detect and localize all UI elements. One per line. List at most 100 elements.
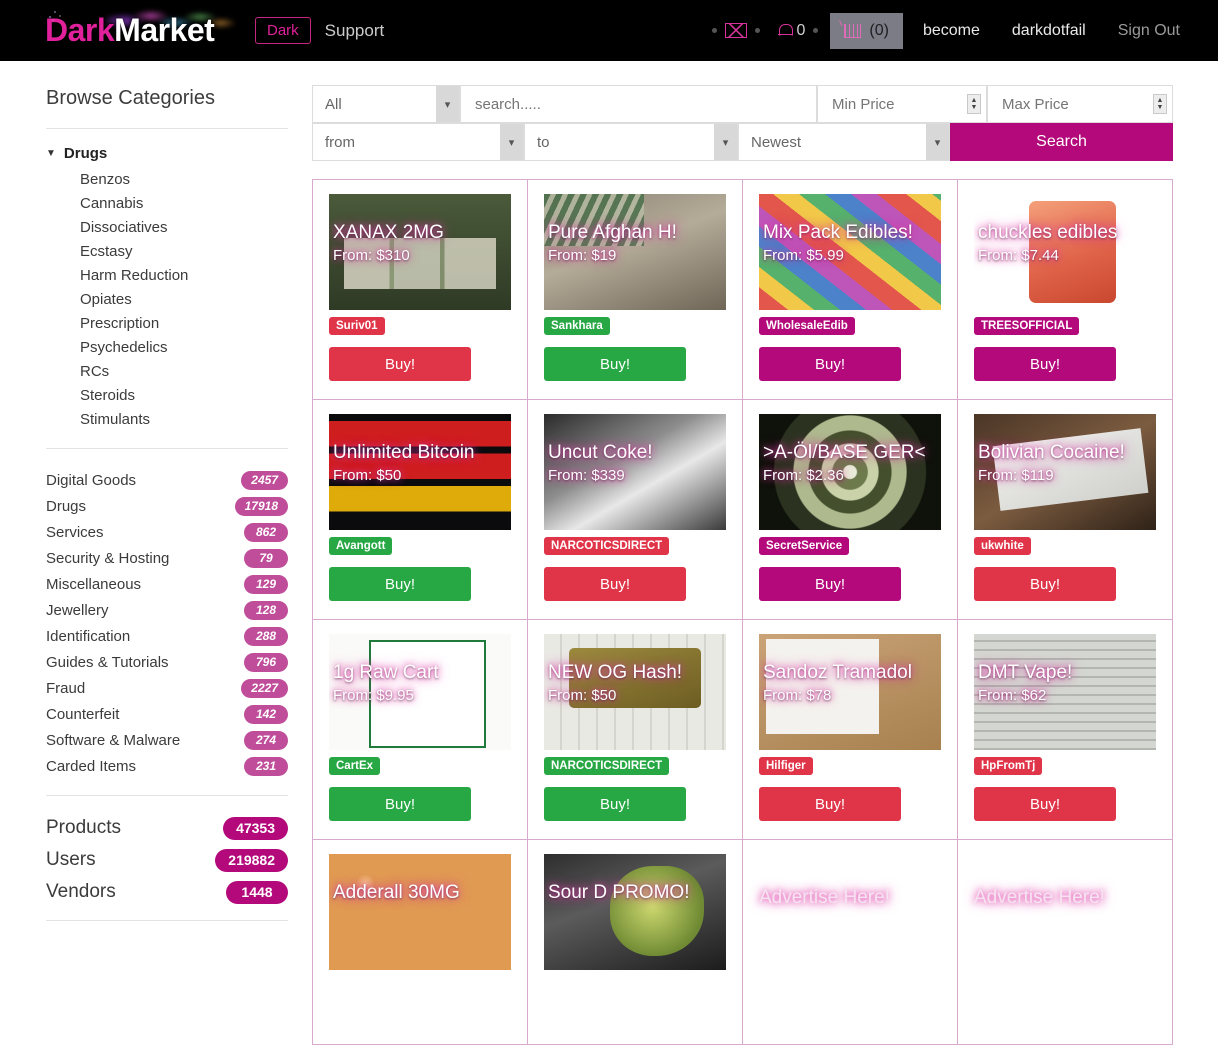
product-thumbnail[interactable]: NEW OG Hash!From: $50 [544, 634, 726, 750]
vendor-badge[interactable]: NARCOTICSDIRECT [544, 537, 669, 555]
max-price-wrap[interactable]: ▲▼ [987, 85, 1173, 123]
nav-link-darkdotfail[interactable]: darkdotfail [996, 22, 1102, 40]
product-card[interactable]: Sandoz TramadolFrom: $78 Hilfiger Buy! [743, 620, 958, 840]
sidebar-category-item[interactable]: Services862 [46, 519, 288, 545]
vendor-badge[interactable]: Avangott [329, 537, 392, 555]
product-card[interactable]: Adderall 30MG [313, 840, 528, 1045]
sidebar-category-item[interactable]: Guides & Tutorials796 [46, 649, 288, 675]
notifications-button[interactable]: 0 [778, 22, 806, 40]
sidebar-category-item[interactable]: Miscellaneous129 [46, 571, 288, 597]
product-card[interactable]: NEW OG Hash!From: $50 NARCOTICSDIRECT Buy! [528, 620, 743, 840]
sidebar-item-psychedelics[interactable]: Psychedelics [80, 336, 312, 360]
sidebar-item-ecstasy[interactable]: Ecstasy [80, 240, 312, 264]
product-thumbnail[interactable]: Adderall 30MG [329, 854, 511, 970]
sidebar-category-item[interactable]: Fraud2227 [46, 675, 288, 701]
min-price-stepper[interactable]: ▲▼ [967, 94, 981, 114]
site-logo[interactable]: DarkMarket [45, 5, 230, 57]
sidebar-item-stimulants[interactable]: Stimulants [80, 408, 312, 432]
product-thumbnail[interactable]: Unlimited BitcoinFrom: $50 [329, 414, 511, 530]
buy-button[interactable]: Buy! [544, 347, 686, 381]
search-button[interactable]: Search [950, 123, 1173, 161]
vendor-badge[interactable]: Sankhara [544, 317, 610, 335]
product-thumbnail[interactable]: Sandoz TramadolFrom: $78 [759, 634, 941, 750]
vendor-badge[interactable]: CartEx [329, 757, 380, 775]
product-card[interactable]: Uncut Coke!From: $339 NARCOTICSDIRECT Buy! [528, 400, 743, 620]
vendor-badge[interactable]: NARCOTICSDIRECT [544, 757, 669, 775]
sidebar-category-item[interactable]: Digital Goods2457 [46, 467, 288, 493]
sort-select[interactable]: Newest ▾ [738, 123, 950, 161]
product-card[interactable]: Bolivian Cocaine!From: $119 ukwhite Buy! [958, 400, 1173, 620]
nav-link-sign-out[interactable]: Sign Out [1102, 22, 1196, 40]
min-price-wrap[interactable]: ▲▼ [817, 85, 987, 123]
product-card[interactable]: XANAX 2MGFrom: $310 Suriv01 Buy! [313, 180, 528, 400]
from-select[interactable]: from ▾ [312, 123, 524, 161]
dark-badge[interactable]: Dark [255, 17, 311, 44]
sidebar-item-benzos[interactable]: Benzos [80, 168, 312, 192]
buy-button[interactable]: Buy! [544, 567, 686, 601]
sidebar-item-cannabis[interactable]: Cannabis [80, 192, 312, 216]
vendor-badge[interactable]: SecretService [759, 537, 849, 555]
sidebar-item-dissociatives[interactable]: Dissociatives [80, 216, 312, 240]
sidebar-category-item[interactable]: Drugs17918 [46, 493, 288, 519]
to-select[interactable]: to ▾ [524, 123, 738, 161]
buy-button[interactable]: Buy! [974, 567, 1116, 601]
sidebar-category-item[interactable]: Counterfeit142 [46, 701, 288, 727]
min-price-input[interactable] [830, 95, 974, 114]
sidebar-item-steroids[interactable]: Steroids [80, 384, 312, 408]
product-card[interactable]: DMT Vape!From: $62 HpFromTj Buy! [958, 620, 1173, 840]
buy-button[interactable]: Buy! [974, 787, 1116, 821]
sidebar-group-drugs[interactable]: ▼ Drugs [46, 145, 312, 162]
advertise-card[interactable]: Advertise Here! [958, 840, 1173, 1045]
product-thumbnail[interactable]: Uncut Coke!From: $339 [544, 414, 726, 530]
product-thumbnail[interactable]: 1g Raw CartFrom: $9.95 [329, 634, 511, 750]
sidebar-item-harm-reduction[interactable]: Harm Reduction [80, 264, 312, 288]
product-thumbnail[interactable]: Pure Afghan H!From: $19 [544, 194, 726, 310]
envelope-icon[interactable] [725, 23, 747, 38]
product-thumbnail[interactable]: chuckles ediblesFrom: $7.44 [974, 194, 1156, 310]
sidebar-category-item[interactable]: Software & Malware274 [46, 727, 288, 753]
vendor-badge[interactable]: ukwhite [974, 537, 1031, 555]
search-input[interactable] [473, 95, 804, 114]
advertise-card[interactable]: Advertise Here! [743, 840, 958, 1045]
product-card[interactable]: Mix Pack Edibles!From: $5.99 WholesaleEdi… [743, 180, 958, 400]
buy-button[interactable]: Buy! [974, 347, 1116, 381]
support-link[interactable]: Support [325, 21, 385, 41]
product-thumbnail[interactable]: Sour D PROMO! [544, 854, 726, 970]
sidebar-item-prescription[interactable]: Prescription [80, 312, 312, 336]
max-price-input[interactable] [1000, 95, 1160, 114]
buy-button[interactable]: Buy! [759, 347, 901, 381]
product-card[interactable]: chuckles ediblesFrom: $7.44 TREESOFFICIAL… [958, 180, 1173, 400]
cart-button[interactable]: (0) [830, 13, 903, 49]
max-price-stepper[interactable]: ▲▼ [1153, 94, 1167, 114]
product-thumbnail[interactable]: XANAX 2MGFrom: $310 [329, 194, 511, 310]
sidebar-item-opiates[interactable]: Opiates [80, 288, 312, 312]
product-card[interactable]: Unlimited BitcoinFrom: $50 Avangott Buy! [313, 400, 528, 620]
sidebar-category-item[interactable]: Jewellery128 [46, 597, 288, 623]
vendor-badge[interactable]: HpFromTj [974, 757, 1042, 775]
product-card[interactable]: 1g Raw CartFrom: $9.95 CartEx Buy! [313, 620, 528, 840]
product-card[interactable]: >A-Öl/BASE GER<From: $2.36 SecretService B… [743, 400, 958, 620]
buy-button[interactable]: Buy! [329, 347, 471, 381]
sidebar-category-item[interactable]: Identification288 [46, 623, 288, 649]
vendor-badge[interactable]: Suriv01 [329, 317, 385, 335]
product-thumbnail[interactable]: Mix Pack Edibles!From: $5.99 [759, 194, 941, 310]
product-card[interactable]: Sour D PROMO! [528, 840, 743, 1045]
buy-button[interactable]: Buy! [329, 787, 471, 821]
product-thumbnail[interactable]: >A-Öl/BASE GER<From: $2.36 [759, 414, 941, 530]
vendor-badge[interactable]: Hilfiger [759, 757, 813, 775]
sidebar-category-item[interactable]: Carded Items231 [46, 753, 288, 779]
search-input-wrap[interactable] [460, 85, 817, 123]
buy-button[interactable]: Buy! [759, 567, 901, 601]
product-thumbnail[interactable]: Bolivian Cocaine!From: $119 [974, 414, 1156, 530]
sidebar-category-item[interactable]: Security & Hosting79 [46, 545, 288, 571]
nav-link-become[interactable]: become [907, 22, 996, 40]
product-thumbnail[interactable]: DMT Vape!From: $62 [974, 634, 1156, 750]
vendor-badge[interactable]: TREESOFFICIAL [974, 317, 1079, 335]
vendor-badge[interactable]: WholesaleEdib [759, 317, 855, 335]
buy-button[interactable]: Buy! [544, 787, 686, 821]
category-select[interactable]: All ▾ [312, 85, 460, 123]
sidebar-item-rcs[interactable]: RCs [80, 360, 312, 384]
product-card[interactable]: Pure Afghan H!From: $19 Sankhara Buy! [528, 180, 743, 400]
buy-button[interactable]: Buy! [329, 567, 471, 601]
buy-button[interactable]: Buy! [759, 787, 901, 821]
